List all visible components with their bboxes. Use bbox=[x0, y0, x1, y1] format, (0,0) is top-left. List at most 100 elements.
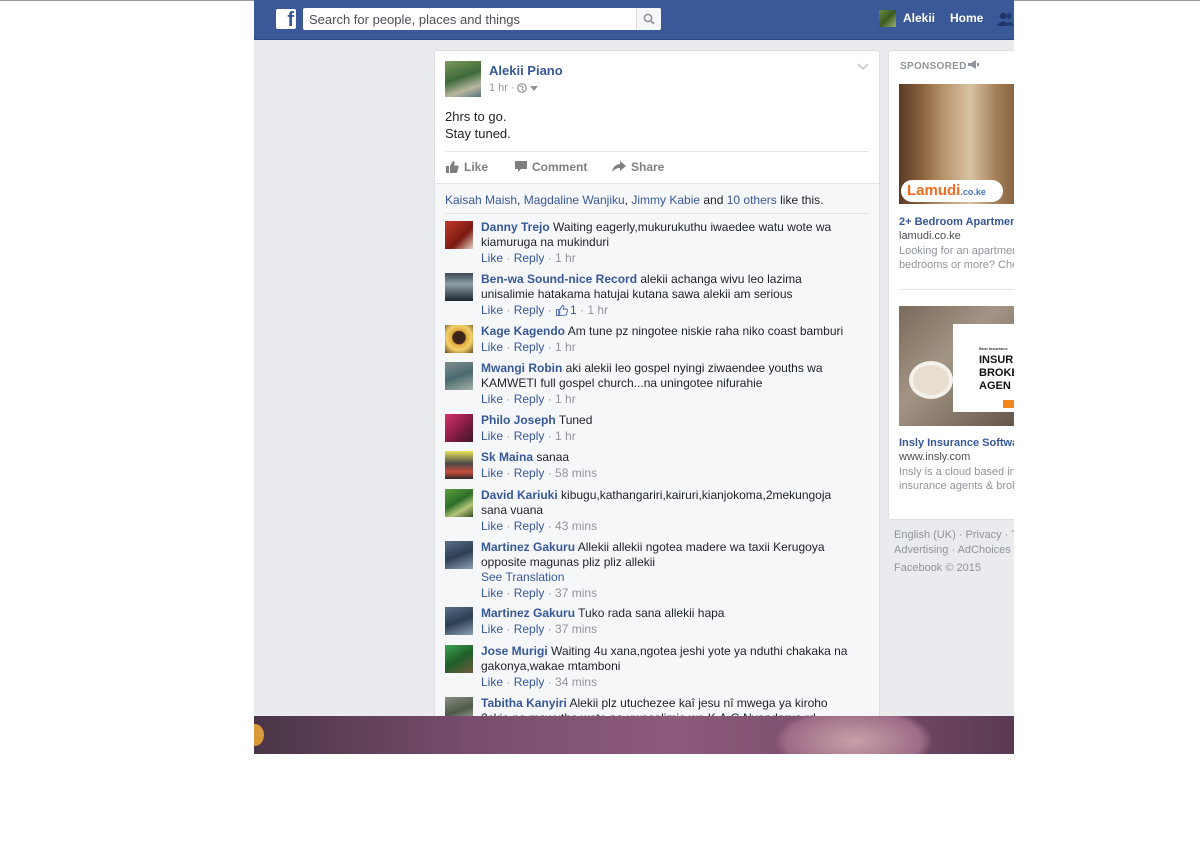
commenter-name[interactable]: Kage Kagendo bbox=[481, 324, 565, 338]
search-input[interactable] bbox=[303, 8, 637, 30]
comment-reply-link[interactable]: Reply bbox=[514, 303, 545, 317]
post-card: Alekii Piano 1 hr · 2hrs to go. Stay tun… bbox=[434, 50, 880, 732]
comment-time[interactable]: 58 mins bbox=[555, 466, 597, 480]
nav-profile-avatar[interactable] bbox=[879, 10, 896, 27]
comment-reply-link[interactable]: Reply bbox=[514, 519, 545, 533]
commenter-avatar[interactable] bbox=[445, 221, 473, 249]
commenter-avatar[interactable] bbox=[445, 489, 473, 517]
comment-meta: Like · Reply · 43 mins bbox=[481, 519, 598, 533]
commenter-avatar[interactable] bbox=[445, 325, 473, 353]
commenter-avatar[interactable] bbox=[445, 273, 473, 301]
comment-time[interactable]: 37 mins bbox=[555, 586, 597, 600]
share-button[interactable]: Share bbox=[612, 160, 664, 174]
footer-link-line[interactable]: English (UK) · Privacy · Terms bbox=[894, 528, 1014, 543]
ad-domain[interactable]: www.insly.com bbox=[899, 451, 970, 463]
public-globe-icon[interactable] bbox=[517, 83, 527, 93]
commenter-name[interactable]: Martinez Gakuru bbox=[481, 540, 575, 554]
comment-reply-link[interactable]: Reply bbox=[514, 675, 545, 689]
audience-caret-icon[interactable] bbox=[530, 86, 538, 91]
comment-reply-link[interactable]: Reply bbox=[514, 251, 545, 265]
comment-button[interactable]: Comment bbox=[515, 160, 587, 174]
post-author-avatar[interactable] bbox=[445, 61, 481, 97]
ad-title[interactable]: 2+ Bedroom Apartments bbox=[899, 216, 1014, 228]
ad-divider bbox=[899, 289, 1014, 290]
comment-text: Am tune pz ningotee niskie raha niko coa… bbox=[567, 324, 844, 338]
comment-body: Martinez Gakuru Tuko rada sana allekii h… bbox=[481, 606, 851, 637]
comment-like-link[interactable]: Like bbox=[481, 340, 503, 354]
see-translation-link[interactable]: See Translation bbox=[481, 570, 851, 585]
nav-profile-name[interactable]: Alekii bbox=[903, 11, 935, 25]
comment-time[interactable]: 37 mins bbox=[555, 622, 597, 636]
comment-time[interactable]: 1 hr bbox=[587, 303, 608, 317]
commenter-avatar[interactable] bbox=[445, 414, 473, 442]
commenter-name[interactable]: Danny Trejo bbox=[481, 220, 550, 234]
nav-home-link[interactable]: Home bbox=[950, 11, 983, 25]
commenter-avatar[interactable] bbox=[445, 451, 473, 479]
footer-link-line[interactable]: Advertising · AdChoices bbox=[894, 543, 1014, 558]
liker-link[interactable]: Magdaline Wanjiku bbox=[524, 193, 625, 207]
ad-banner-small-text: Best Insurance bbox=[979, 346, 1008, 351]
comment-like-link[interactable]: Like bbox=[481, 392, 503, 406]
commenter-avatar[interactable] bbox=[445, 362, 473, 390]
comment-time[interactable]: 1 hr bbox=[555, 340, 576, 354]
commenter-name[interactable]: Sk Maina bbox=[481, 450, 533, 464]
comment-time[interactable]: 1 hr bbox=[555, 429, 576, 443]
liker-link[interactable]: Jimmy Kabie bbox=[631, 193, 700, 207]
chevron-down-icon[interactable] bbox=[857, 63, 869, 71]
comment-like-link[interactable]: Like bbox=[481, 466, 503, 480]
likes-separator: , bbox=[517, 193, 524, 207]
facebook-logo-icon[interactable]: f bbox=[276, 9, 296, 31]
post-author-name[interactable]: Alekii Piano bbox=[489, 63, 563, 78]
ad-title[interactable]: Insly Insurance Software bbox=[899, 437, 1014, 449]
ad-banner-line: INSUR bbox=[979, 354, 1014, 366]
commenter-avatar[interactable] bbox=[445, 645, 473, 673]
commenter-name[interactable]: Ben-wa Sound-nice Record bbox=[481, 272, 637, 286]
ad-image[interactable]: Lamudi.co.ke bbox=[899, 84, 1014, 204]
comment-reply-link[interactable]: Reply bbox=[514, 429, 545, 443]
ad-domain[interactable]: lamudi.co.ke bbox=[899, 230, 961, 242]
commenter-name[interactable]: Philo Joseph bbox=[481, 413, 556, 427]
thumbs-up-icon bbox=[446, 161, 459, 173]
comment-time[interactable]: 43 mins bbox=[555, 519, 597, 533]
search-button[interactable] bbox=[636, 8, 661, 30]
comment-meta: Like · Reply · 37 mins bbox=[481, 622, 598, 636]
comment-like-link[interactable]: Like bbox=[481, 586, 503, 600]
overlay-handle[interactable] bbox=[254, 724, 264, 746]
comment-like-link[interactable]: Like bbox=[481, 622, 503, 636]
comment-meta: Like · Reply · 1 hr bbox=[481, 429, 576, 443]
comment-body: Jose Murigi Waiting 4u xana,ngotea jeshi… bbox=[481, 644, 851, 690]
comment-like-link[interactable]: Like bbox=[481, 429, 503, 443]
comment-reply-link[interactable]: Reply bbox=[514, 466, 545, 480]
comment-body: Sk Maina sanaa Like · Reply · 58 mins bbox=[481, 450, 851, 481]
commenter-name[interactable]: Martinez Gakuru bbox=[481, 606, 575, 620]
comment-reply-link[interactable]: Reply bbox=[514, 622, 545, 636]
megaphone-icon[interactable] bbox=[968, 60, 979, 70]
comment-like-count[interactable]: 1 bbox=[570, 303, 577, 317]
comment-reply-link[interactable]: Reply bbox=[514, 586, 545, 600]
lamudi-logo-suffix: .co.ke bbox=[960, 187, 986, 197]
commenter-name[interactable]: Tabitha Kanyiri bbox=[481, 696, 567, 710]
comment-like-link[interactable]: Like bbox=[481, 251, 503, 265]
comment-reply-link[interactable]: Reply bbox=[514, 340, 545, 354]
comment-time[interactable]: 1 hr bbox=[555, 392, 576, 406]
comment-like-link[interactable]: Like bbox=[481, 675, 503, 689]
top-navigation-bar: f Alekii Home bbox=[254, 0, 1014, 40]
commenter-avatar[interactable] bbox=[445, 607, 473, 635]
comment-time[interactable]: 34 mins bbox=[555, 675, 597, 689]
comment-like-link[interactable]: Like bbox=[481, 519, 503, 533]
comment-time[interactable]: 1 hr bbox=[555, 251, 576, 265]
like-button[interactable]: Like bbox=[446, 160, 488, 174]
sponsored-label: SPONSORED bbox=[900, 61, 967, 72]
likes-others-link[interactable]: 10 others bbox=[727, 193, 777, 207]
comment-like-link[interactable]: Like bbox=[481, 303, 503, 317]
commenter-name[interactable]: Mwangi Robin bbox=[481, 361, 562, 375]
ad-image[interactable]: Best Insurance INSURBROKEAGEN bbox=[899, 306, 1014, 426]
comment-reply-link[interactable]: Reply bbox=[514, 392, 545, 406]
commenter-name[interactable]: Jose Murigi bbox=[481, 644, 548, 658]
comment-body: Mwangi Robin aki alekii leo gospel nying… bbox=[481, 361, 851, 407]
post-timestamp[interactable]: 1 hr · bbox=[489, 82, 515, 94]
liker-link[interactable]: Kaisah Maish bbox=[445, 193, 517, 207]
friend-requests-icon[interactable] bbox=[997, 11, 1014, 27]
commenter-name[interactable]: David Kariuki bbox=[481, 488, 558, 502]
commenter-avatar[interactable] bbox=[445, 541, 473, 569]
